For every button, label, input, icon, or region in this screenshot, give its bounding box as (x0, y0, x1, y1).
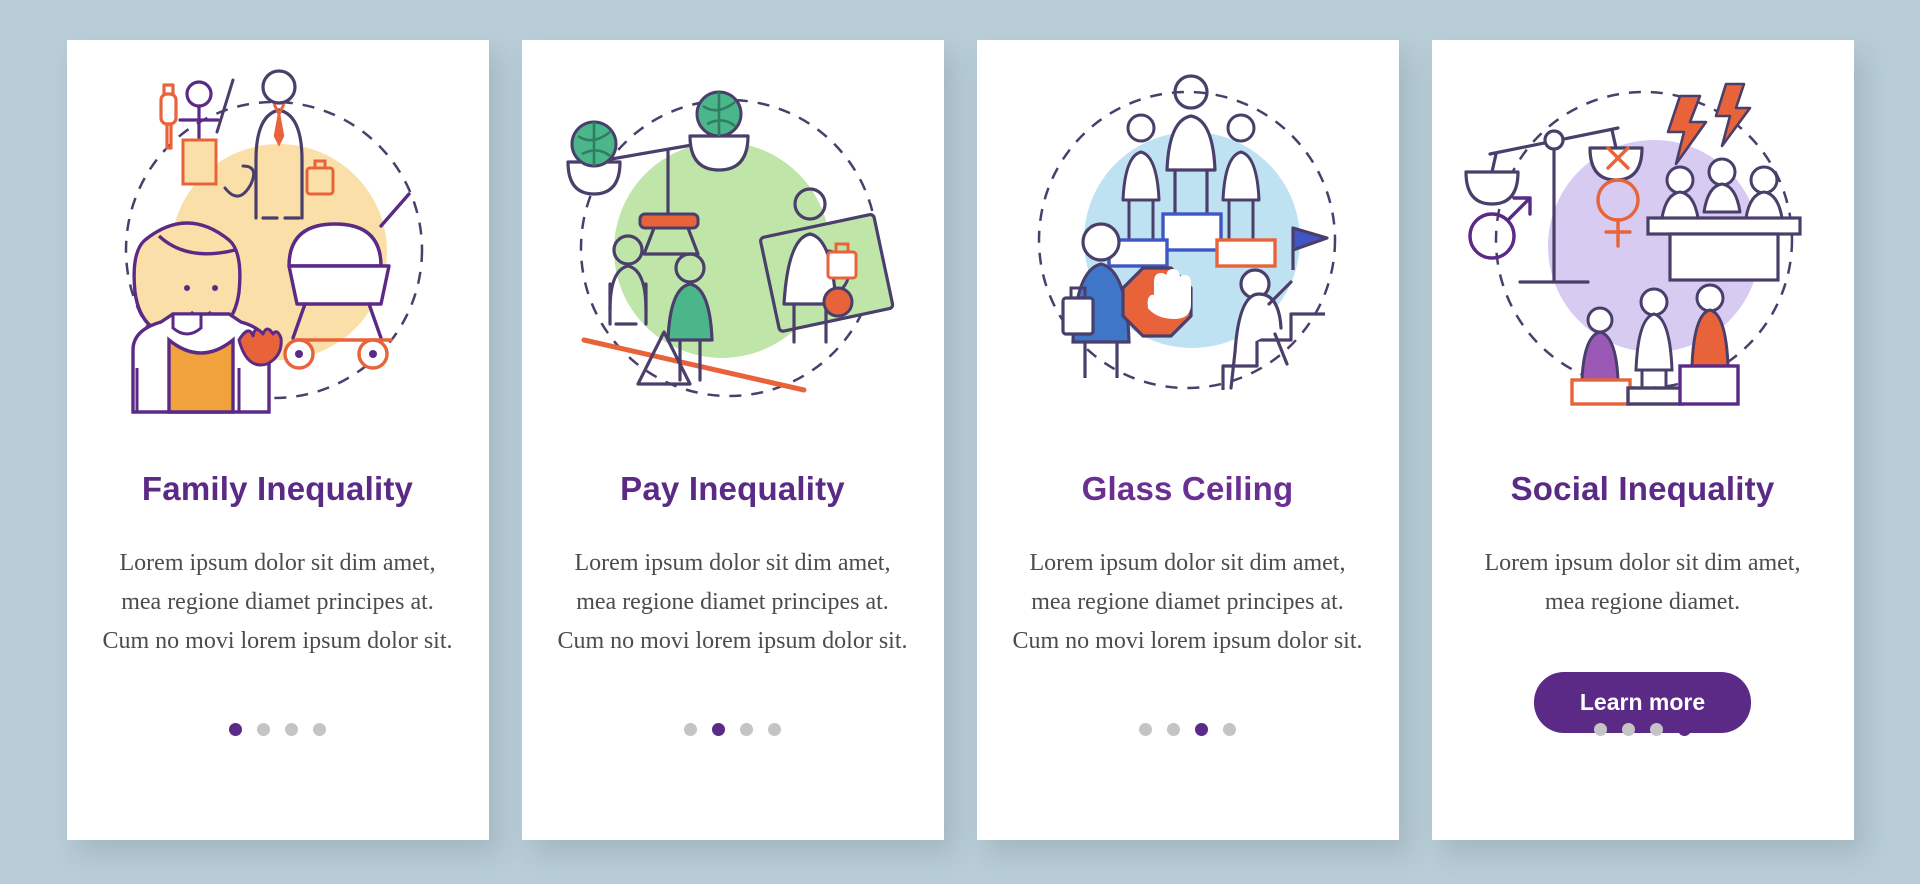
card-title: Family Inequality (141, 470, 414, 507)
card-body-text: Lorem ipsum dolor sit dim amet, mea regi… (102, 550, 453, 654)
family-inequality-illustration (67, 40, 489, 470)
pagination-dot-4[interactable] (313, 723, 326, 736)
onboarding-card-family-inequality: Family Inequality Lorem ipsum dolor sit … (66, 40, 489, 840)
pagination-dot-2[interactable] (257, 723, 270, 736)
card-body-text: Lorem ipsum dolor sit dim amet, mea regi… (1012, 550, 1363, 654)
pagination-dot-1[interactable] (684, 723, 697, 736)
social-inequality-illustration (1432, 40, 1854, 470)
pagination-dot-1[interactable] (1594, 723, 1607, 736)
card-body-text: Lorem ipsum dolor sit dim amet, mea regi… (1484, 550, 1801, 615)
card-body-text: Lorem ipsum dolor sit dim amet, mea regi… (557, 550, 908, 654)
pagination-dot-3[interactable] (740, 723, 753, 736)
pagination-dot-2[interactable] (1167, 723, 1180, 736)
card-title: Pay Inequality (620, 470, 845, 507)
pagination-dot-4[interactable] (1678, 723, 1691, 736)
onboarding-card-pay-inequality: Pay Inequality Lorem ipsum dolor sit dim… (521, 40, 944, 840)
pagination-dot-4[interactable] (768, 723, 781, 736)
pagination-dot-3[interactable] (285, 723, 298, 736)
pay-inequality-illustration (522, 40, 944, 470)
onboarding-card-glass-ceiling: Glass Ceiling Lorem ipsum dolor sit dim … (976, 40, 1399, 840)
pagination-dot-4[interactable] (1223, 723, 1236, 736)
pagination-dots[interactable] (67, 723, 489, 736)
pagination-dot-1[interactable] (229, 723, 242, 736)
pagination-dot-1[interactable] (1139, 723, 1152, 736)
pagination-dot-2[interactable] (712, 723, 725, 736)
pagination-dot-3[interactable] (1195, 723, 1208, 736)
onboarding-card-social-inequality: Social Inequality Lorem ipsum dolor sit … (1431, 40, 1854, 840)
pagination-dot-3[interactable] (1650, 723, 1663, 736)
pagination-dot-2[interactable] (1622, 723, 1635, 736)
pagination-dots[interactable] (1432, 723, 1854, 736)
pagination-dots[interactable] (977, 723, 1399, 736)
glass-ceiling-illustration (977, 40, 1399, 470)
pagination-dots[interactable] (522, 723, 944, 736)
card-title: Social Inequality (1510, 470, 1775, 507)
card-title: Glass Ceiling (1081, 470, 1294, 507)
onboarding-screens-stage: Family Inequality Lorem ipsum dolor sit … (0, 0, 1920, 884)
